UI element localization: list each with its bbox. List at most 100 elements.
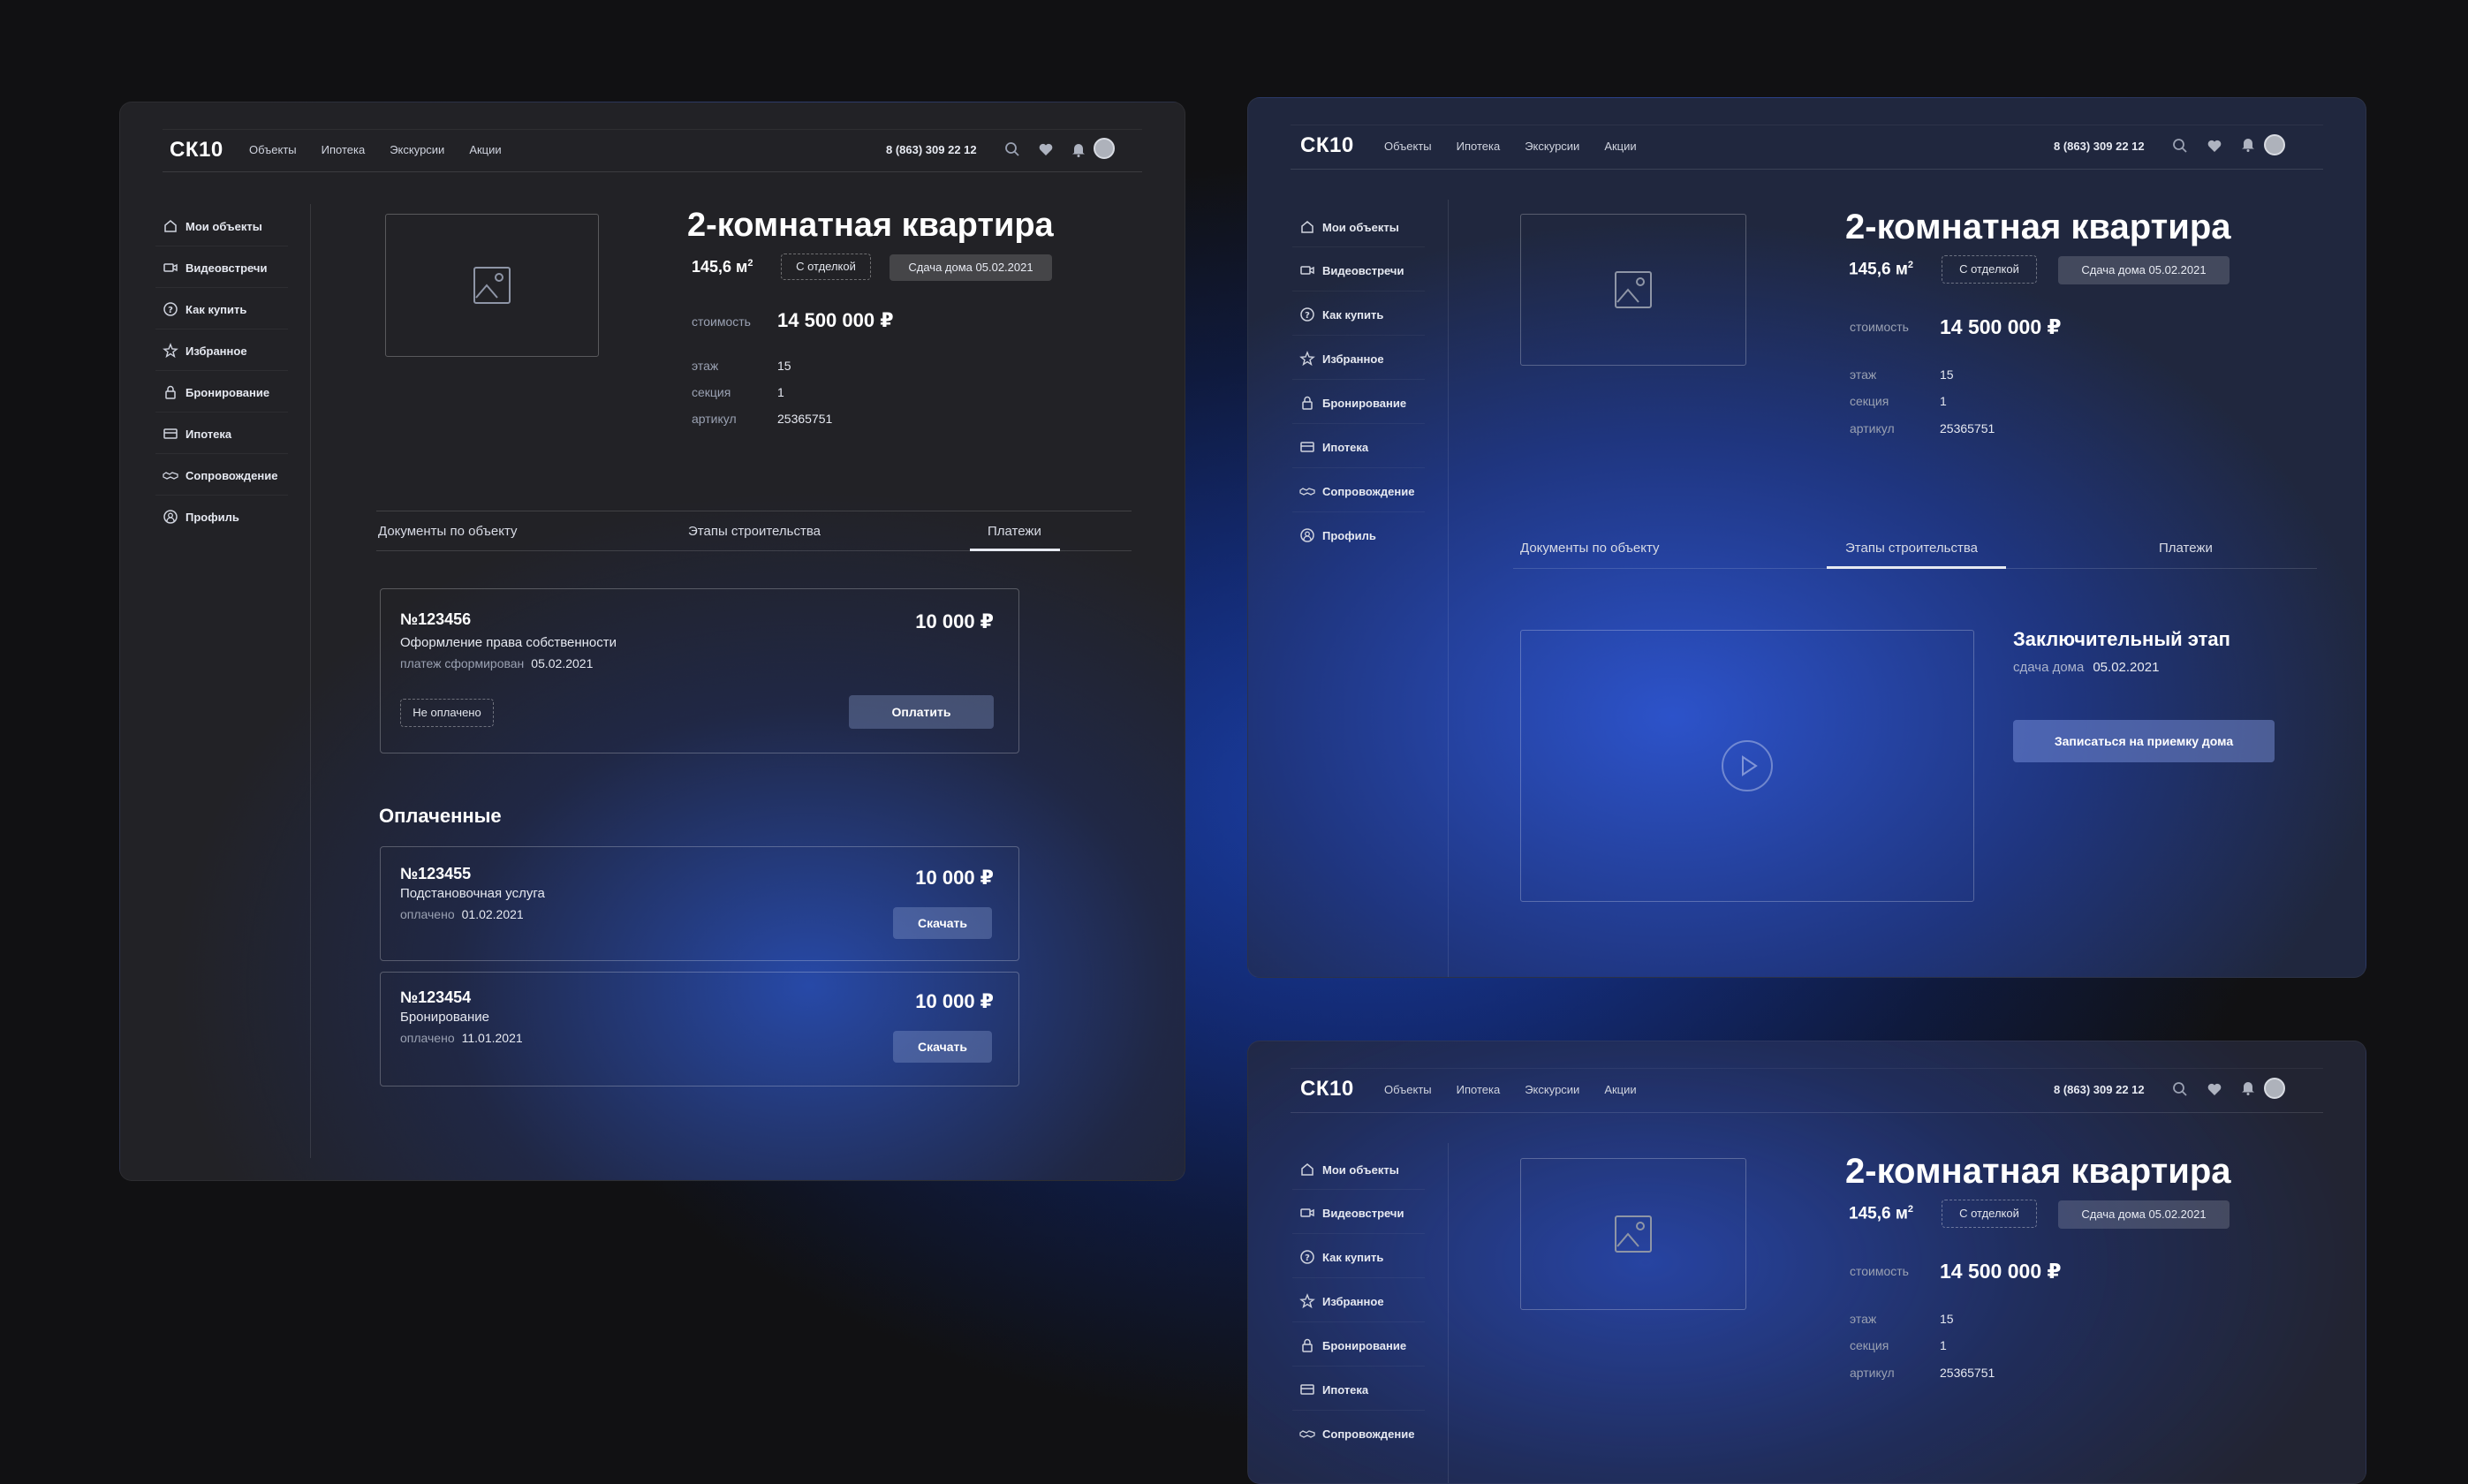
bell-icon[interactable] [1070,140,1087,158]
tab-construction-stages[interactable]: Этапы строительства [688,524,821,539]
nav-excursions[interactable]: Экскурсии [1525,1083,1579,1096]
sidebar-item-favorites[interactable]: Избранное [1299,351,1384,367]
search-icon[interactable] [2171,137,2189,155]
nav-excursions[interactable]: Экскурсии [1525,140,1579,153]
nav-objects[interactable]: Объекты [1384,140,1432,153]
sidebar-item-favorites[interactable]: Избранное [163,343,247,359]
main-nav: Объекты Ипотека Экскурсии Акции [1384,1083,1637,1096]
sidebar-item-label: Избранное [185,344,247,358]
video-camera-icon [1300,1208,1314,1217]
handshake-icon [163,472,178,480]
sidebar-item-booking[interactable]: Бронирование [1299,1337,1406,1353]
sidebar-item-my-objects[interactable]: Мои объекты [1299,219,1399,235]
star-icon [1299,351,1315,367]
sidebar-item-mortgage[interactable]: Ипотека [163,426,231,442]
image-icon [1615,271,1652,308]
book-acceptance-button[interactable]: Записаться на приемку дома [2013,720,2275,762]
heart-icon[interactable] [2206,137,2223,155]
handshake-icon [1299,1430,1315,1438]
payment-number: №123455 [400,865,472,882]
nav-excursions[interactable]: Экскурсии [390,143,444,156]
phone-number[interactable]: 8 (863) 309 22 12 [2054,140,2145,153]
logo[interactable]: СК10 [170,138,223,163]
star-icon [1299,1293,1315,1309]
nav-mortgage[interactable]: Ипотека [322,143,366,156]
sidebar-item-mortgage[interactable]: Ипотека [1299,1382,1368,1397]
bell-icon[interactable] [2239,135,2257,153]
nav-promos[interactable]: Акции [469,143,501,156]
heart-icon[interactable] [2206,1080,2223,1098]
section-label: секция [1850,394,1889,408]
avatar[interactable] [2264,1078,2285,1099]
heart-icon[interactable] [1037,140,1055,158]
header: СК10 Объекты Ипотека Экскурсии Акции 8 (… [1248,1041,2366,1113]
search-icon[interactable] [1003,140,1021,158]
download-button[interactable]: Скачать [893,907,992,939]
sidebar-item-profile[interactable]: Профиль [1299,527,1376,543]
sidebar-divider [1448,200,1449,977]
price-value: 14 500 000 ₽ [777,309,894,331]
sidebar-item-favorites[interactable]: Избранное [1299,1293,1384,1309]
sidebar-item-booking[interactable]: Бронирование [163,384,269,400]
nav-promos[interactable]: Акции [1604,1083,1636,1096]
tab-documents[interactable]: Документы по объекту [1520,541,1660,556]
sidebar-item-label: Как купить [185,302,247,316]
sidebar-item-my-objects[interactable]: Мои объекты [163,218,262,234]
finish-badge: С отделкой [1942,1200,2037,1228]
svg-text:?: ? [168,306,173,315]
payment-number: №123454 [400,988,472,1006]
object-area: 145,6 м2 [1849,1204,1914,1223]
sidebar-item-support[interactable]: Сопровождение [1299,1426,1414,1442]
tab-construction-stages[interactable]: Этапы строительства [1845,541,1978,556]
search-icon[interactable] [2171,1080,2189,1098]
nav-objects[interactable]: Объекты [1384,1083,1432,1096]
avatar[interactable] [2264,134,2285,155]
video-player[interactable] [1520,630,1974,902]
payment-amount: 10 000 ₽ [915,867,994,889]
sidebar-item-label: Как купить [1322,1250,1384,1264]
image-icon [473,267,511,304]
question-icon: ? [1300,307,1314,322]
sidebar-item-support[interactable]: Сопровождение [1299,483,1414,499]
stage-title: Заключительный этап [2013,628,2230,650]
payment-meta: оплачено 01.02.2021 [400,907,524,921]
bell-icon[interactable] [2239,1079,2257,1096]
nav-mortgage[interactable]: Ипотека [1457,140,1501,153]
apartment-image-placeholder [385,214,599,357]
sidebar-item-profile[interactable]: Профиль [163,509,239,525]
paid-payment-card: №123455 10 000 ₽ Подстановочная услуга о… [380,846,1019,961]
play-icon[interactable] [1721,739,1774,792]
sidebar-item-support[interactable]: Сопровождение [163,467,277,483]
sidebar-item-video-meetings[interactable]: Видеовстречи [1299,1205,1404,1221]
tab-payments[interactable]: Платежи [988,524,1041,539]
header: СК10 Объекты Ипотека Экскурсии Акции 8 (… [1248,98,2366,170]
nav-objects[interactable]: Объекты [249,143,297,156]
phone-number[interactable]: 8 (863) 309 22 12 [2054,1083,2145,1096]
phone-number[interactable]: 8 (863) 309 22 12 [886,143,977,156]
sidebar-item-mortgage[interactable]: Ипотека [1299,439,1368,455]
sidebar-item-my-objects[interactable]: Мои объекты [1299,1162,1399,1177]
nav-mortgage[interactable]: Ипотека [1457,1083,1501,1096]
finish-badge: С отделкой [781,254,871,280]
tab-documents[interactable]: Документы по объекту [378,524,518,539]
logo[interactable]: СК10 [1300,133,1354,158]
sidebar-item-video-meetings[interactable]: Видеовстречи [163,260,267,276]
video-camera-icon [163,263,178,272]
section-label: секция [1850,1338,1889,1352]
tab-payments[interactable]: Платежи [2159,541,2213,556]
sidebar-item-how-to-buy[interactable]: ? Как купить [163,301,246,317]
download-button[interactable]: Скачать [893,1031,992,1063]
sidebar-item-how-to-buy[interactable]: ? Как купить [1299,307,1383,322]
object-title: 2-комнатная квартира [687,207,1054,244]
sidebar-item-booking[interactable]: Бронирование [1299,395,1406,411]
pay-button[interactable]: Оплатить [849,695,994,729]
price-value: 14 500 000 ₽ [1940,1260,2062,1283]
sidebar-item-video-meetings[interactable]: Видеовстречи [1299,262,1404,278]
payment-description: Оформление права собственности [400,635,617,650]
sidebar-item-how-to-buy[interactable]: ? Как купить [1299,1249,1383,1265]
logo[interactable]: СК10 [1300,1077,1354,1102]
nav-promos[interactable]: Акции [1604,140,1636,153]
construction-stages-screen: СК10 Объекты Ипотека Экскурсии Акции 8 (… [1247,97,2366,978]
avatar[interactable] [1094,138,1115,159]
section-label: секция [692,385,731,399]
